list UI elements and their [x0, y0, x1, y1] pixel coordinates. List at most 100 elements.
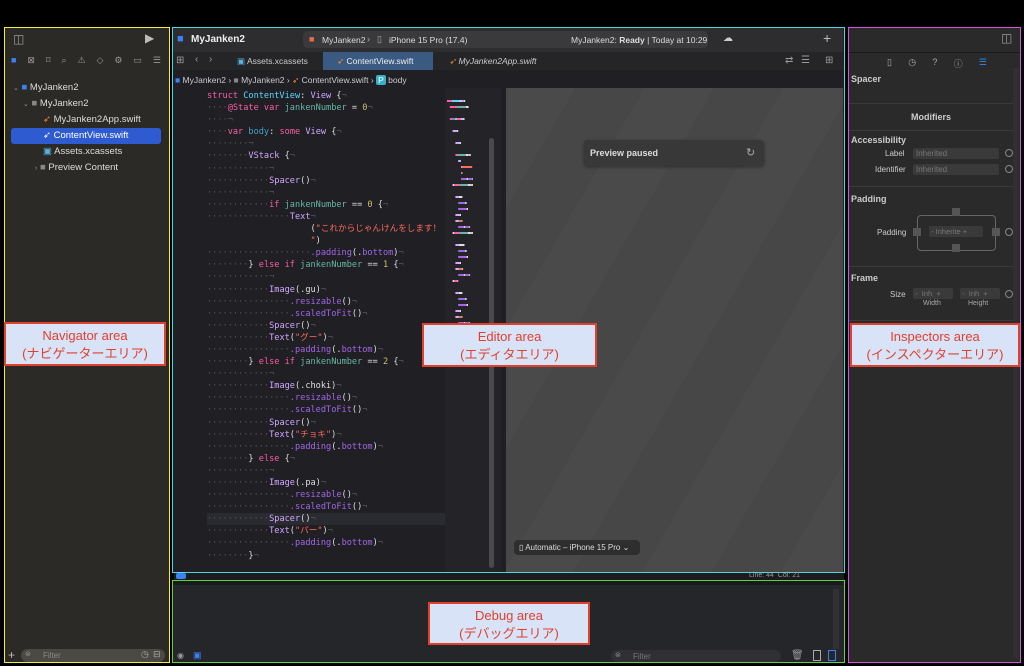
code-line[interactable]: 44············Spacer()¬	[207, 513, 445, 526]
code-line[interactable]: 17············¬	[207, 163, 445, 175]
warning-icon[interactable]: ⚠	[77, 55, 85, 66]
padding-right-checkbox[interactable]	[992, 228, 1000, 236]
debug-filter-field[interactable]: ⊜ Filter	[611, 650, 781, 662]
circle-toggle[interactable]	[1005, 228, 1013, 236]
help-icon[interactable]: ?	[932, 57, 937, 70]
debug-icon[interactable]: ⚙	[114, 55, 122, 66]
breadcrumb-file[interactable]: ContentView.swift	[302, 75, 369, 85]
refresh-icon[interactable]: ↻	[746, 146, 755, 159]
variables-icon[interactable]: ▣	[193, 650, 202, 661]
source-code[interactable]: 10struct ContentView: View {¬12····@Stat…	[207, 90, 445, 568]
code-line[interactable]: 28············Spacer()¬	[207, 320, 445, 332]
height-stepper[interactable]: - Inh +	[960, 288, 1000, 299]
tree-item-project[interactable]: ⌄ ■ MyJanken2	[7, 80, 165, 96]
code-line[interactable]: 39········} else {¬	[207, 453, 445, 465]
source-control-icon[interactable]: ⊠	[27, 55, 35, 66]
code-line[interactable]: 13····¬	[207, 114, 445, 126]
code-line[interactable]: 35················.scaledToFit()¬	[207, 404, 445, 416]
code-line[interactable]: 20············if jankenNumber == 0 {¬	[207, 199, 445, 211]
code-line[interactable]: 45············Text("パー")¬	[207, 525, 445, 537]
width-stepper[interactable]: - Inh +	[913, 288, 953, 299]
code-line[interactable]: 24············¬	[207, 271, 445, 283]
filter-options-icon[interactable]: ⊟	[153, 649, 161, 660]
tree-item-assets[interactable]: ▣ Assets.xcassets	[7, 144, 165, 160]
code-line[interactable]: 26················.resizable()¬	[207, 296, 445, 308]
breadcrumb-folder[interactable]: MyJanken2	[241, 75, 284, 85]
tree-item-app-file[interactable]: ➶ MyJanken2App.swift	[7, 112, 165, 128]
code-line[interactable]: 19············¬	[207, 187, 445, 199]
accessibility-icon[interactable]: ⓘ	[954, 57, 963, 70]
inspector-toggle-icon[interactable]: ◫	[1001, 31, 1012, 45]
code-line[interactable]: 38················.padding(.bottom)¬	[207, 441, 445, 453]
code-line[interactable]: 16········VStack {¬	[207, 150, 445, 162]
left-panel-icon[interactable]	[813, 650, 821, 661]
accessibility-label-field[interactable]: Inherited	[913, 148, 999, 159]
recent-files-icon[interactable]: ◷	[141, 649, 149, 660]
code-line[interactable]: 46················.padding(.bottom)¬	[207, 537, 445, 549]
history-icon[interactable]: ◷	[908, 57, 916, 70]
code-line[interactable]: 29············Text("グー")¬	[207, 332, 445, 344]
search-icon[interactable]: ⌕	[61, 55, 66, 66]
scheme-selector[interactable]: MyJanken2	[322, 35, 365, 45]
trash-icon[interactable]: 🗑	[791, 650, 804, 661]
device-selector[interactable]: iPhone 15 Pro (17.4)	[389, 35, 467, 45]
code-line[interactable]: 18············Spacer()¬	[207, 175, 445, 187]
circle-toggle[interactable]	[1005, 149, 1013, 157]
circle-toggle[interactable]	[1005, 290, 1013, 298]
tab-assets[interactable]: ▣ Assets.xcassets	[223, 52, 323, 70]
padding-stepper[interactable]: - Inherite +	[929, 226, 983, 237]
tree-item-preview-content[interactable]: › ■ Preview Content	[7, 160, 165, 176]
code-line[interactable]: 30················.padding(.bottom)¬	[207, 344, 445, 356]
navigator-filter-field[interactable]: ⊜ Filter ◷ ⊟	[21, 649, 165, 662]
code-line[interactable]: ")	[207, 235, 445, 247]
padding-left-checkbox[interactable]	[913, 228, 921, 236]
file-icon[interactable]: ▯	[887, 57, 892, 70]
code-line[interactable]: 15········¬	[207, 138, 445, 150]
tab-app[interactable]: ➶ MyJanken2App.swift	[435, 52, 565, 70]
forward-icon[interactable]: ›	[209, 54, 212, 65]
circle-toggle[interactable]	[1005, 165, 1013, 173]
back-icon[interactable]: ‹	[195, 54, 198, 65]
editor-options-icon[interactable]: ☰	[801, 55, 810, 66]
code-line[interactable]: 43················.scaledToFit()¬	[207, 501, 445, 513]
test-icon[interactable]: ◇	[97, 55, 104, 66]
code-line[interactable]: 32············¬	[207, 368, 445, 380]
code-line[interactable]: 41············Image(.pa)¬	[207, 477, 445, 489]
accessibility-identifier-field[interactable]: Inherited	[913, 164, 999, 175]
cloud-icon[interactable]: ☁	[723, 33, 733, 44]
code-line[interactable]: 12····@State var jankenNumber = 0¬	[207, 102, 445, 114]
code-line[interactable]: 40············¬	[207, 465, 445, 477]
padding-top-checkbox[interactable]	[952, 208, 960, 216]
code-line[interactable]: 25············Image(.gu)¬	[207, 284, 445, 296]
attributes-icon[interactable]: ☰	[979, 57, 987, 70]
tree-item-contentview-file[interactable]: ➶ ContentView.swift	[11, 128, 161, 144]
preview-device-selector[interactable]: ▯ Automatic – iPhone 15 Pro ⌄	[514, 540, 640, 555]
code-line[interactable]: 21················Text¬	[207, 211, 445, 223]
debug-toggle-icon[interactable]	[176, 573, 186, 579]
add-icon[interactable]: +	[8, 648, 15, 662]
padding-bottom-checkbox[interactable]	[952, 244, 960, 252]
code-line[interactable]: 14····var body: some View {¬	[207, 126, 445, 138]
bookmark-icon[interactable]: ⌑	[46, 55, 51, 66]
breadcrumb-project[interactable]: MyJanken2	[183, 75, 226, 85]
breadcrumb-symbol[interactable]: body	[388, 75, 406, 85]
sidebar-toggle-icon[interactable]: ◫	[13, 32, 24, 46]
code-line[interactable]: 34················.resizable()¬	[207, 392, 445, 404]
code-line[interactable]: 37············Text("チョキ")¬	[207, 429, 445, 441]
code-line[interactable]: 47········}¬	[207, 550, 445, 562]
grid-icon[interactable]: ⊞	[176, 55, 184, 66]
eye-icon[interactable]: ◉	[177, 651, 184, 660]
run-button-icon[interactable]: ▶	[145, 31, 154, 45]
code-line[interactable]: 27················.scaledToFit()¬	[207, 308, 445, 320]
code-line[interactable]: 10struct ContentView: View {¬	[207, 90, 445, 102]
tab-contentview[interactable]: ➶ ContentView.swift	[323, 52, 433, 70]
code-line[interactable]: 36············Spacer()¬	[207, 417, 445, 429]
code-line[interactable]: 23········} else if jankenNumber == 1 {¬	[207, 259, 445, 271]
add-icon[interactable]: +	[823, 30, 831, 46]
report-icon[interactable]: ☰	[153, 55, 161, 66]
tree-item-folder[interactable]: ⌄ ■ MyJanken2	[7, 96, 165, 112]
breakpoint-icon[interactable]: ▭	[133, 55, 142, 66]
code-line[interactable]: 42················.resizable()¬	[207, 489, 445, 501]
swap-icon[interactable]: ⇄	[785, 55, 793, 66]
code-line[interactable]: 33············Image(.choki)¬	[207, 380, 445, 392]
